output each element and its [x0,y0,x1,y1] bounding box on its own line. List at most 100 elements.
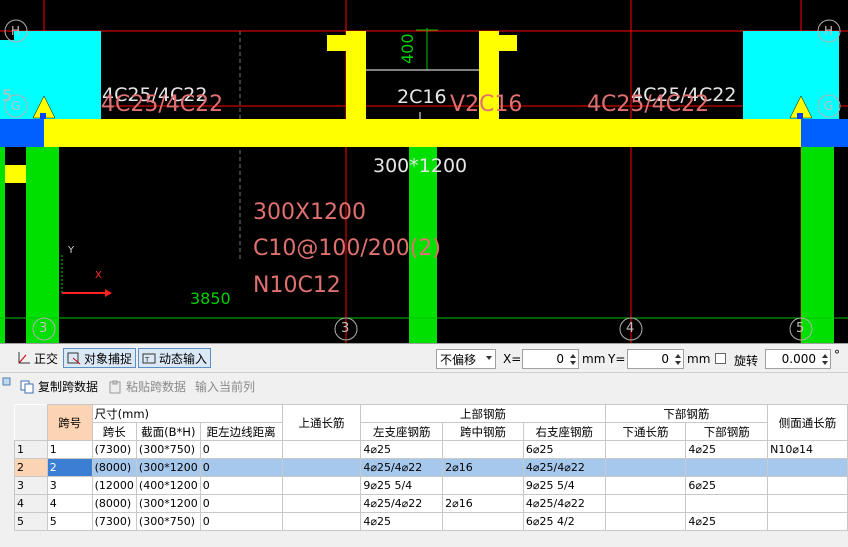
cell-top-through[interactable] [281,458,362,477]
cell-edge[interactable]: 0 [199,512,283,531]
copy-span-button[interactable]: 复制跨数据 [20,378,98,395]
cell-section[interactable]: (400*1200 [135,476,201,495]
input-current-column-button[interactable]: 输入当前列 [195,378,255,395]
col-group-size: 尺寸(mm) [91,404,283,423]
cad-viewport[interactable]: H H G G 3 4 5 3 5 4C25/4C22 4C25/4C22 4C… [0,0,848,343]
cell-span[interactable]: 5 [46,512,93,531]
cell-top-through[interactable] [281,440,362,459]
cell-bot-through[interactable] [604,476,687,495]
offset-mode-select[interactable]: 不偏移 [436,349,496,369]
cell-bottom[interactable] [685,494,769,513]
row-index[interactable]: 1 [14,440,48,459]
cell-length[interactable]: (12000 [91,476,137,495]
cell-right[interactable]: 4⌀25/4⌀22 [522,458,606,477]
cell-top-through[interactable] [281,512,362,531]
cell-mid[interactable] [442,512,524,531]
cell-bot-through[interactable] [604,512,687,531]
ortho-icon [17,351,31,365]
cell-length[interactable]: (8000) [91,494,137,513]
cell-left[interactable]: 9⌀25 5/4 [360,476,444,495]
cell-right[interactable]: 6⌀25 [522,440,606,459]
cell-left[interactable]: 4⌀25/4⌀22 [360,494,444,513]
cell-span[interactable]: 1 [46,440,93,459]
spin-down-icon[interactable] [570,361,576,365]
col-right-support[interactable]: 右支座钢筋 [522,422,606,441]
blue-band-right [801,119,848,147]
spin-up-icon[interactable] [675,354,681,358]
cell-left[interactable]: 4⌀25 [360,440,444,459]
cell-bottom[interactable]: 6⌀25 [685,476,769,495]
cell-length[interactable]: (7300) [91,440,137,459]
col-top-through[interactable]: 上通长筋 [281,404,362,441]
col-section[interactable]: 截面(B*H) [135,422,201,441]
cell-bottom[interactable]: 4⌀25 [685,512,769,531]
cell-bottom[interactable] [685,458,769,477]
y-coord-input[interactable]: 0 [627,349,684,369]
col-span-no[interactable]: 跨号 [46,404,93,441]
ortho-toggle[interactable]: 正交 [14,348,61,368]
cell-mid[interactable]: 2⌀16 [442,458,524,477]
cell-bot-through[interactable] [604,494,687,513]
cell-right[interactable]: 4⌀25/4⌀22 [522,494,606,513]
row-index[interactable]: 3 [14,476,48,495]
cell-side[interactable] [767,458,848,477]
cell-right[interactable]: 9⌀25 5/4 [522,476,606,495]
spin-up-icon[interactable] [822,354,828,358]
spin-up-icon[interactable] [570,354,576,358]
cell-bot-through[interactable] [604,440,687,459]
cell-edge[interactable]: 0 [199,440,283,459]
cell-side[interactable] [767,512,848,531]
rotate-input[interactable]: 0.000 [765,349,831,369]
cell-left[interactable]: 4⌀25 [360,512,444,531]
col-left-support[interactable]: 左支座钢筋 [360,422,444,441]
table-row[interactable]: 2 2 (8000) (300*1200 0 4⌀25/4⌀22 2⌀16 4⌀25/4⌀22 [14,458,848,477]
cell-section[interactable]: (300*1200 [135,458,201,477]
axis-label-side: 5 [2,86,13,105]
cell-mid[interactable] [442,476,524,495]
cell-span[interactable]: 2 [46,458,93,477]
cell-edge[interactable]: 0 [199,476,283,495]
cell-top-through[interactable] [281,476,362,495]
dynamic-input-toggle[interactable]: T 动态输入 [138,348,212,368]
cell-length[interactable]: (7300) [91,512,137,531]
table-row[interactable]: 1 1 (7300) (300*750) 0 4⌀25 6⌀25 4⌀25 N10⌀14 [14,440,848,459]
row-index[interactable]: 4 [14,494,48,513]
rotate-checkbox[interactable] [715,353,726,364]
axis-label-g-left: G [11,99,21,113]
cell-span[interactable]: 4 [46,494,93,513]
cell-length[interactable]: (8000) [91,458,137,477]
col-side-through[interactable]: 侧面通长筋 [767,404,848,441]
rotate-value: 0.000 [781,352,816,366]
col-bottom-through[interactable]: 下通长筋 [604,422,687,441]
cell-left[interactable]: 4⌀25/4⌀22 [360,458,444,477]
cell-mid[interactable] [442,440,524,459]
cell-section[interactable]: (300*750) [135,512,201,531]
col-edge-dist[interactable]: 距左边线距离 [199,422,283,441]
cell-section[interactable]: (300*750) [135,440,201,459]
cell-span[interactable]: 3 [46,476,93,495]
col-mid-span[interactable]: 跨中钢筋 [442,422,524,441]
table-row[interactable]: 3 3 (12000 (400*1200 0 9⌀25 5/4 9⌀25 5/4 6⌀25 [14,476,848,495]
col-span-length[interactable]: 跨长 [91,422,137,441]
cell-bot-through[interactable] [604,458,687,477]
cell-side[interactable] [767,476,848,495]
cell-section[interactable]: (300*1200 [135,494,201,513]
cell-bottom[interactable]: 4⌀25 [685,440,769,459]
table-row[interactable]: 5 5 (7300) (300*750) 0 4⌀25 6⌀25 4/2 4⌀25 [14,512,848,531]
cell-right[interactable]: 6⌀25 4/2 [522,512,606,531]
cell-edge[interactable]: 0 [199,494,283,513]
row-index[interactable]: 5 [14,512,48,531]
col-bottom-bar[interactable]: 下部钢筋 [685,422,769,441]
cell-side[interactable]: N10⌀14 [767,440,848,459]
object-snap-toggle[interactable]: 对象捕捉 [63,348,137,368]
cell-top-through[interactable] [281,494,362,513]
row-index[interactable]: 2 [14,458,48,477]
x-coord-input[interactable]: 0 [522,349,579,369]
cell-mid[interactable]: 2⌀16 [442,494,524,513]
cell-edge[interactable]: 0 [199,458,283,477]
cell-side[interactable] [767,494,848,513]
table-row[interactable]: 4 4 (8000) (300*1200 0 4⌀25/4⌀22 2⌀16 4⌀25/4⌀22 [14,494,848,513]
paste-span-button[interactable]: 粘贴跨数据 [108,378,186,395]
spin-down-icon[interactable] [822,361,828,365]
spin-down-icon[interactable] [675,361,681,365]
